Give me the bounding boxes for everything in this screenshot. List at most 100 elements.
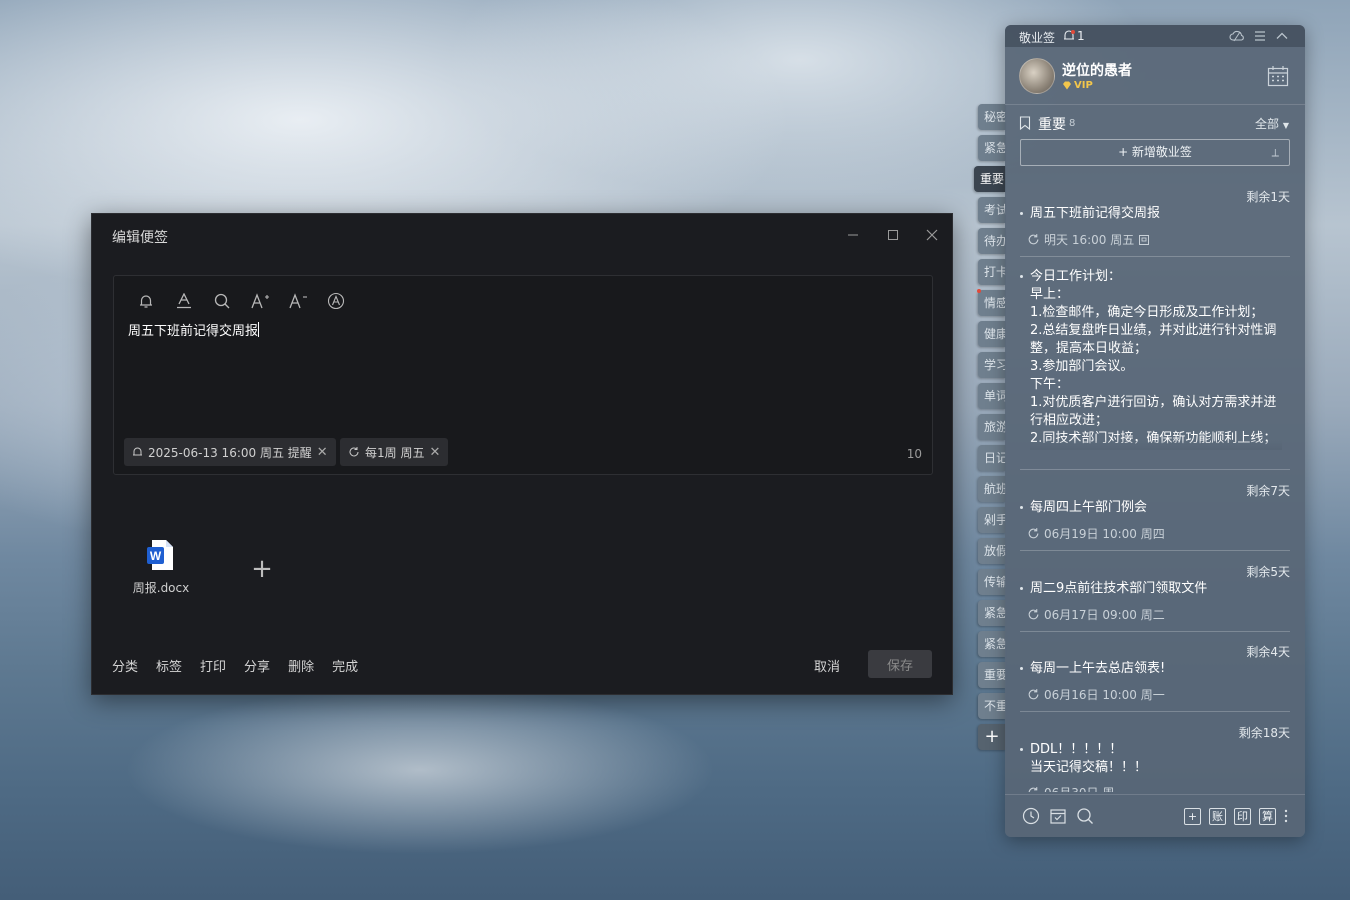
side-tab[interactable]: 健康 xyxy=(978,321,1006,347)
note-item[interactable]: 剩余7天 每周四上午部门例会 06月19日 10:00 周四 xyxy=(1020,482,1290,552)
side-tab[interactable]: 日记 xyxy=(978,445,1006,471)
cancel-button[interactable]: 取消 xyxy=(814,656,840,675)
calendar-icon[interactable] xyxy=(1267,65,1289,87)
side-tab[interactable]: 放假 xyxy=(978,538,1006,564)
save-button[interactable]: 保存 xyxy=(868,650,932,678)
add-attachment-button[interactable]: + xyxy=(250,556,274,582)
clear-format-icon[interactable] xyxy=(322,290,350,312)
note-item[interactable]: 剩余18天 DDL！！！！！ 当天记得交稿！！！ 06月30日 周一 xyxy=(1020,724,1290,792)
side-tab[interactable]: 紧急 xyxy=(978,600,1006,626)
note-text: 今日工作计划： 早上： 1.检查邮件，确定今日形成及工作计划； 2.总结复盘昨日… xyxy=(1030,269,1277,446)
font-color-icon[interactable] xyxy=(170,290,198,312)
divider xyxy=(1020,550,1290,551)
font-decrease-icon[interactable] xyxy=(284,290,312,312)
action-complete[interactable]: 完成 xyxy=(332,656,358,675)
action-category[interactable]: 分类 xyxy=(112,656,138,675)
app-name: 敬业签 xyxy=(1019,31,1056,45)
divider xyxy=(1020,469,1290,470)
category-count: 8 xyxy=(1069,118,1076,129)
note-content-input[interactable]: 周五下班前记得交周报 xyxy=(128,320,260,339)
avatar[interactable] xyxy=(1019,58,1055,94)
add-category-button[interactable]: + xyxy=(978,724,1006,750)
filter-label: 全部 xyxy=(1255,117,1280,131)
search-icon[interactable] xyxy=(1076,807,1094,825)
note-text: 每周一上午去总店领表! xyxy=(1030,661,1166,676)
clock-icon[interactable] xyxy=(1022,807,1040,825)
attachment-item[interactable]: W 周报.docx xyxy=(130,539,192,596)
divider xyxy=(1020,711,1290,712)
minimize-button[interactable] xyxy=(842,224,864,246)
menu-icon[interactable] xyxy=(1253,29,1269,43)
print-button[interactable]: 印 xyxy=(1234,808,1251,825)
chevron-up-icon[interactable] xyxy=(1275,29,1291,43)
side-tab[interactable]: 重要 xyxy=(978,662,1006,688)
more-vertical-icon[interactable] xyxy=(1283,807,1291,825)
close-icon[interactable]: ✕ xyxy=(429,445,440,460)
repeat-chip[interactable]: 每1周 周五 ✕ xyxy=(340,438,449,466)
side-tab[interactable]: 打卡 xyxy=(978,259,1006,285)
note-text: 周二9点前往技术部门领取文件 xyxy=(1030,581,1208,596)
checklist-icon[interactable] xyxy=(1049,807,1067,825)
font-increase-icon[interactable] xyxy=(246,290,274,312)
note-item[interactable]: 剩余5天 周二9点前往技术部门领取文件 06月17日 09:00 周二 xyxy=(1020,563,1290,633)
close-icon[interactable]: ✕ xyxy=(317,445,328,460)
action-delete[interactable]: 删除 xyxy=(288,656,314,675)
calculator-button[interactable]: 算 xyxy=(1259,808,1276,825)
note-meta-text: 06月19日 10:00 周四 xyxy=(1044,527,1165,541)
bell-icon[interactable] xyxy=(132,290,160,312)
action-share[interactable]: 分享 xyxy=(244,656,270,675)
reminder-chip-label: 2025-06-13 16:00 周五 提醒 xyxy=(148,445,312,460)
divider xyxy=(1020,256,1290,257)
side-tab[interactable]: 待办 xyxy=(978,228,1006,254)
bullet xyxy=(1020,587,1023,590)
note-text: DDL！！！！！ 当天记得交稿！！！ xyxy=(1030,742,1148,775)
close-button[interactable] xyxy=(921,224,943,246)
side-tab[interactable]: 航班 xyxy=(978,476,1006,502)
side-tab[interactable]: 旅游 xyxy=(978,414,1006,440)
add-note-button[interactable]: + xyxy=(1184,808,1201,825)
side-tab[interactable]: 单词 xyxy=(978,383,1006,409)
side-tab[interactable]: 传输 xyxy=(978,569,1006,595)
divider xyxy=(1020,631,1290,632)
side-tab[interactable]: 学习 xyxy=(978,352,1006,378)
side-tab[interactable]: 紧急 xyxy=(978,135,1006,161)
side-tab[interactable]: 重要 xyxy=(974,166,1006,192)
note-remaining: 剩余5天 xyxy=(1246,565,1290,579)
reminder-chip[interactable]: 2025-06-13 16:00 周五 提醒 ✕ xyxy=(124,438,336,466)
side-tab[interactable]: 紧急 xyxy=(978,631,1006,657)
note-item[interactable]: 今日工作计划： 早上： 1.检查邮件，确定今日形成及工作计划； 2.总结复盘昨日… xyxy=(1020,267,1290,471)
side-tab[interactable]: 秘密 xyxy=(978,104,1006,130)
pin-icon[interactable]: ⟂ xyxy=(1272,140,1279,165)
action-print[interactable]: 打印 xyxy=(200,656,226,675)
repeat-icon xyxy=(1027,786,1040,792)
side-tab[interactable]: 情感 xyxy=(978,290,1006,316)
side-tab[interactable]: 考试 xyxy=(978,197,1006,223)
note-content-text: 周五下班前记得交周报 xyxy=(128,324,259,339)
action-tag[interactable]: 标签 xyxy=(156,656,182,675)
note-text: 周五下班前记得交周报 xyxy=(1030,206,1161,221)
note-item[interactable]: 剩余4天 每周一上午去总店领表! 06月16日 10:00 周一 xyxy=(1020,643,1290,713)
repeat-icon xyxy=(1027,527,1040,540)
notification-bell-icon[interactable] xyxy=(1062,29,1076,43)
side-tab[interactable]: 不重 xyxy=(978,693,1006,719)
new-note-button[interactable]: + 新增敬业签 ⟂ xyxy=(1020,139,1290,166)
diamond-icon xyxy=(1062,81,1072,90)
bullet xyxy=(1020,212,1023,215)
edit-note-window: 编辑便签 周五下班前记得交周报 2025-06-13 16:00 周五 提醒 ✕… xyxy=(91,213,953,695)
repeat-icon xyxy=(1027,608,1040,621)
side-tab[interactable]: 剁手 xyxy=(978,507,1006,533)
ledger-button[interactable]: 账 xyxy=(1209,808,1226,825)
cloud-sync-icon[interactable] xyxy=(1229,29,1245,43)
bullet xyxy=(1020,275,1023,278)
filter-dropdown[interactable]: 全部 ▼ xyxy=(1255,115,1289,132)
note-meta-text: 06月17日 09:00 周二 xyxy=(1044,608,1165,622)
maximize-button[interactable] xyxy=(882,224,904,246)
note-item[interactable]: 剩余1天 周五下班前记得交周报 明天 16:00 周五 xyxy=(1020,188,1290,258)
category-title: 重要 xyxy=(1038,117,1066,133)
text-fade xyxy=(1030,440,1282,450)
search-icon[interactable] xyxy=(208,290,236,312)
window-title: 编辑便签 xyxy=(112,230,168,246)
vip-badge: VIP xyxy=(1062,80,1093,91)
panel-header: 敬业签 1 xyxy=(1005,25,1305,47)
bullet xyxy=(1020,667,1023,670)
